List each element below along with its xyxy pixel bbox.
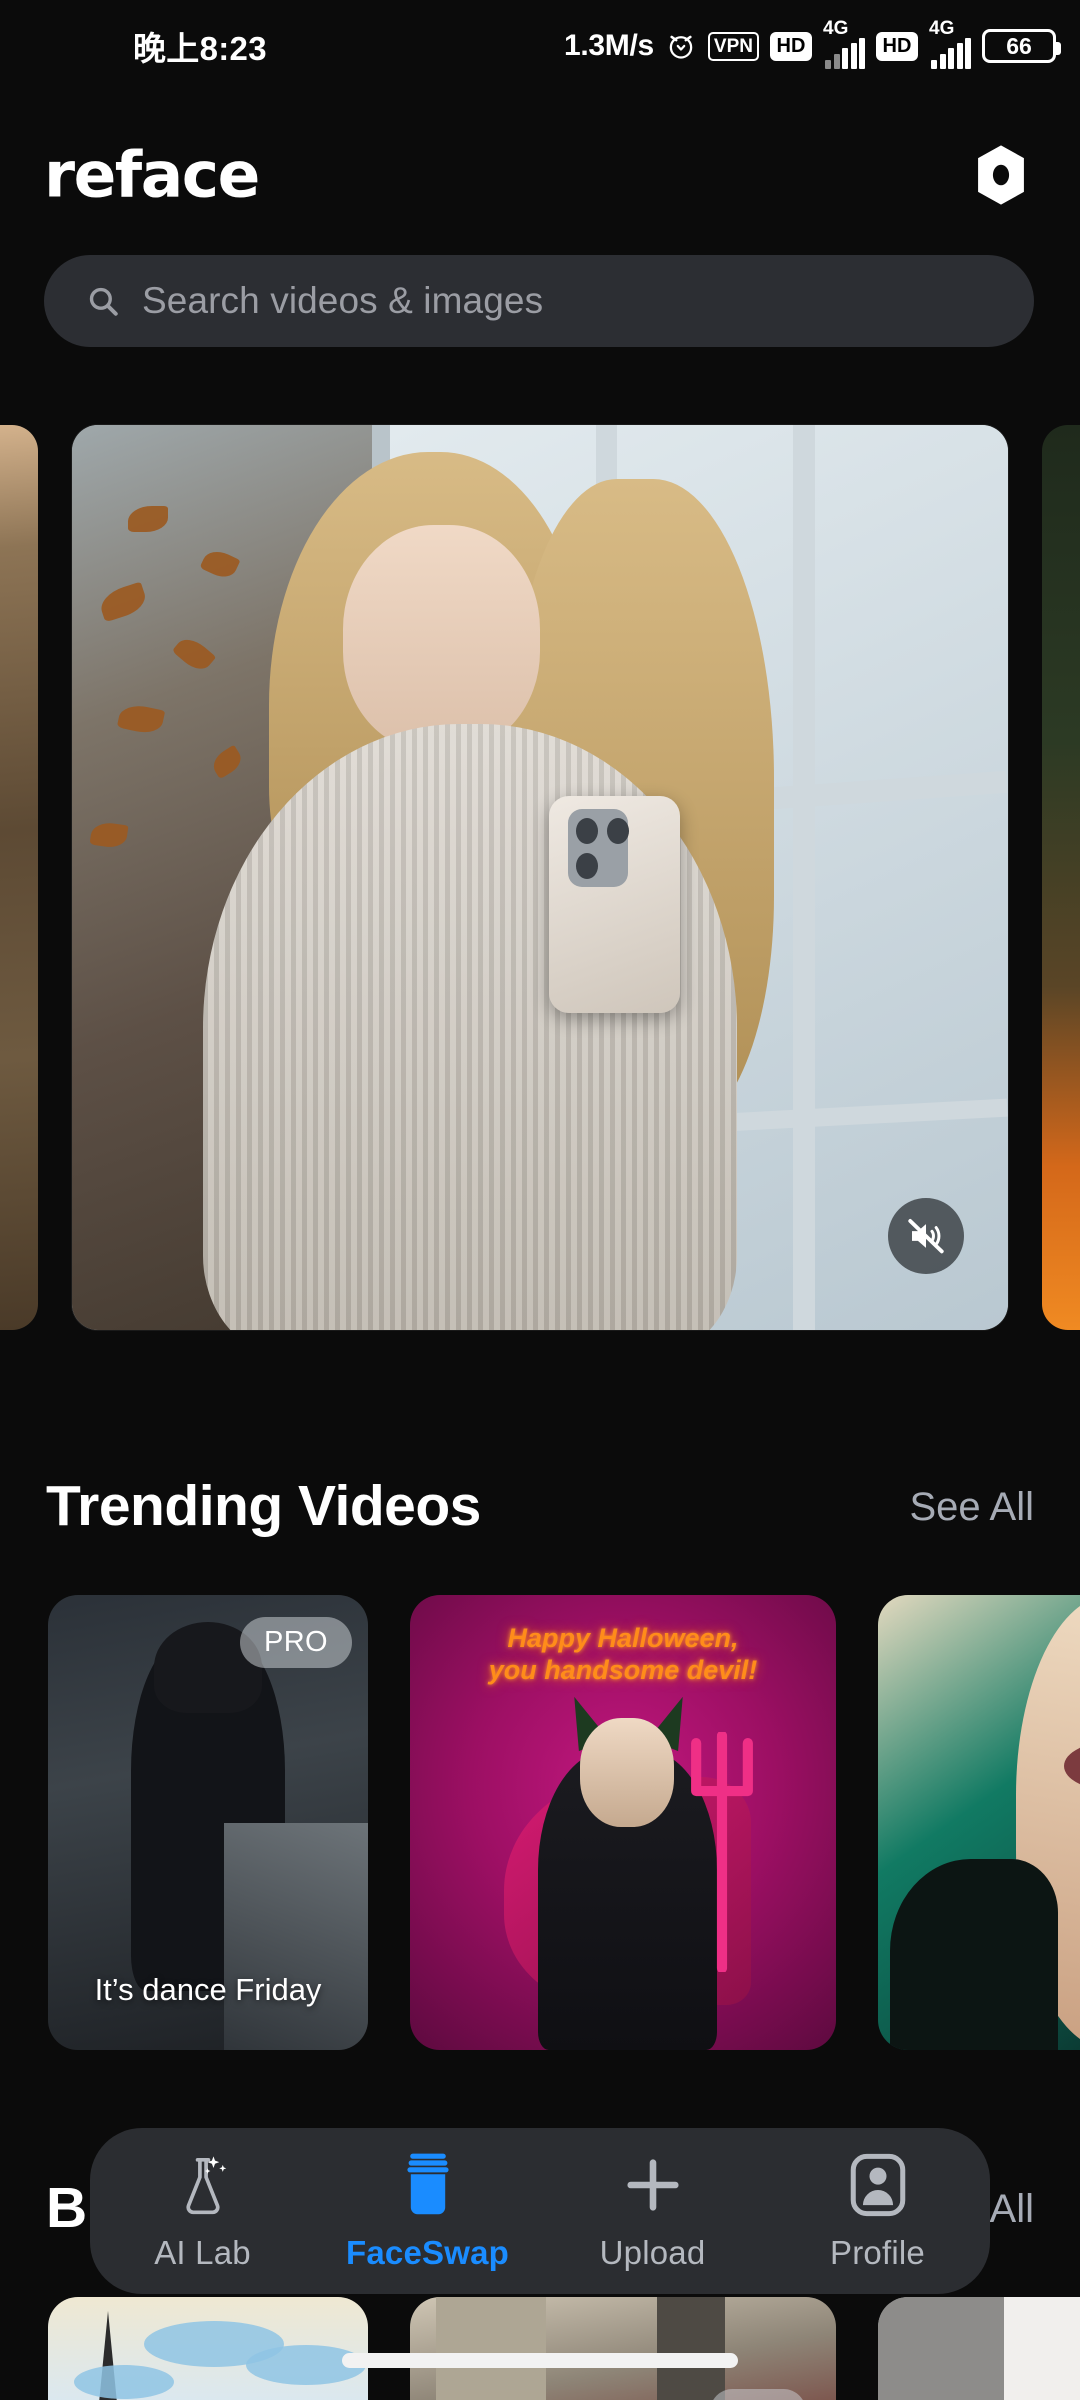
hexagon-icon[interactable] xyxy=(970,144,1032,206)
card-caption: Happy Halloween, you handsome devil! xyxy=(410,1623,836,1687)
bottom-navigation-bar[interactable]: AI Lab FaceSwap Upload Profile xyxy=(90,2128,990,2294)
trident-icon xyxy=(691,1731,754,1972)
card-caption-line2: you handsome devil! xyxy=(488,1654,758,1685)
status-time: 晚上8:23 xyxy=(133,30,267,67)
app-logo: reface xyxy=(44,138,260,212)
nav-item-upload[interactable]: Upload xyxy=(540,2128,765,2294)
nav-label: Profile xyxy=(830,2234,925,2271)
trending-card[interactable]: Happy Halloween, you handsome devil! xyxy=(410,1595,836,2050)
status-bar: 晚上8:23 1.3M/s VPN HD 4G HD 4G 66 xyxy=(0,0,1080,92)
jar-icon xyxy=(398,2150,458,2220)
trending-card[interactable] xyxy=(878,1595,1080,2050)
search-input[interactable]: Search videos & images xyxy=(142,280,543,322)
hero-card-active[interactable] xyxy=(72,425,1008,1330)
nav-item-ai-lab[interactable]: AI Lab xyxy=(90,2128,315,2294)
bottom-card[interactable] xyxy=(878,2297,1080,2400)
flask-sparkle-icon xyxy=(172,2150,234,2220)
hero-image xyxy=(72,425,1008,1330)
trending-card[interactable]: PRO It’s dance Friday xyxy=(48,1595,368,2050)
search-icon xyxy=(89,287,118,316)
sim2-bars xyxy=(931,38,971,69)
nav-item-faceswap[interactable]: FaceSwap xyxy=(315,2128,540,2294)
vpn-badge: VPN xyxy=(707,31,759,61)
bottom-cards-row[interactable]: PRO xyxy=(0,2297,1080,2400)
network-speed: 1.3M/s xyxy=(564,29,654,62)
sim2-hd-badge: HD xyxy=(876,31,918,61)
plus-icon xyxy=(622,2150,684,2220)
sim1-hd-badge: HD xyxy=(770,31,812,61)
mute-toggle-button[interactable] xyxy=(888,1198,964,1274)
sim1-signal-icon: 4G xyxy=(823,19,865,69)
sim2-signal-icon: 4G xyxy=(929,19,971,69)
nav-label: FaceSwap xyxy=(345,2234,509,2271)
sim2-gen-label: 4G xyxy=(929,18,955,39)
home-indicator[interactable] xyxy=(342,2353,738,2368)
app-screen: 晚上8:23 1.3M/s VPN HD 4G HD 4G 66 reface … xyxy=(0,0,1080,2400)
trending-videos-row[interactable]: PRO It’s dance Friday Happy Halloween, y… xyxy=(0,1595,1080,2050)
person-icon xyxy=(849,2150,907,2220)
hero-carousel[interactable] xyxy=(0,415,1080,1340)
status-icons: 1.3M/s VPN HD 4G HD 4G 66 xyxy=(564,19,1061,69)
sim1-gen-label: 4G xyxy=(823,18,849,39)
see-all-link[interactable]: See All xyxy=(909,1485,1034,1530)
battery-icon: 66 xyxy=(982,29,1061,63)
app-header: reface xyxy=(0,120,1080,230)
pro-badge: PRO xyxy=(239,1617,352,1668)
see-all-link[interactable]: All xyxy=(990,2187,1034,2232)
bottom-card[interactable]: PRO xyxy=(410,2297,836,2400)
nav-label: AI Lab xyxy=(154,2234,251,2271)
bottom-card[interactable] xyxy=(48,2297,368,2400)
pro-badge: PRO xyxy=(709,2389,806,2400)
nav-item-profile[interactable]: Profile xyxy=(765,2128,990,2294)
alarm-icon xyxy=(669,35,693,59)
card-caption: It’s dance Friday xyxy=(94,1972,322,2007)
section-title: Trending Videos xyxy=(46,1474,481,1538)
trending-section-header: Trending Videos See All xyxy=(0,1473,1080,1553)
hero-card-next[interactable] xyxy=(1042,425,1080,1330)
sim1-bars xyxy=(825,38,865,69)
search-bar[interactable]: Search videos & images xyxy=(44,255,1034,347)
nav-label: Upload xyxy=(599,2234,706,2271)
hero-card-previous[interactable] xyxy=(0,425,38,1330)
card-caption-line1: Happy Halloween, xyxy=(507,1623,739,1653)
speaker-muted-icon xyxy=(908,1219,944,1254)
section-title: B xyxy=(46,2176,87,2240)
battery-percent: 66 xyxy=(1006,32,1032,59)
